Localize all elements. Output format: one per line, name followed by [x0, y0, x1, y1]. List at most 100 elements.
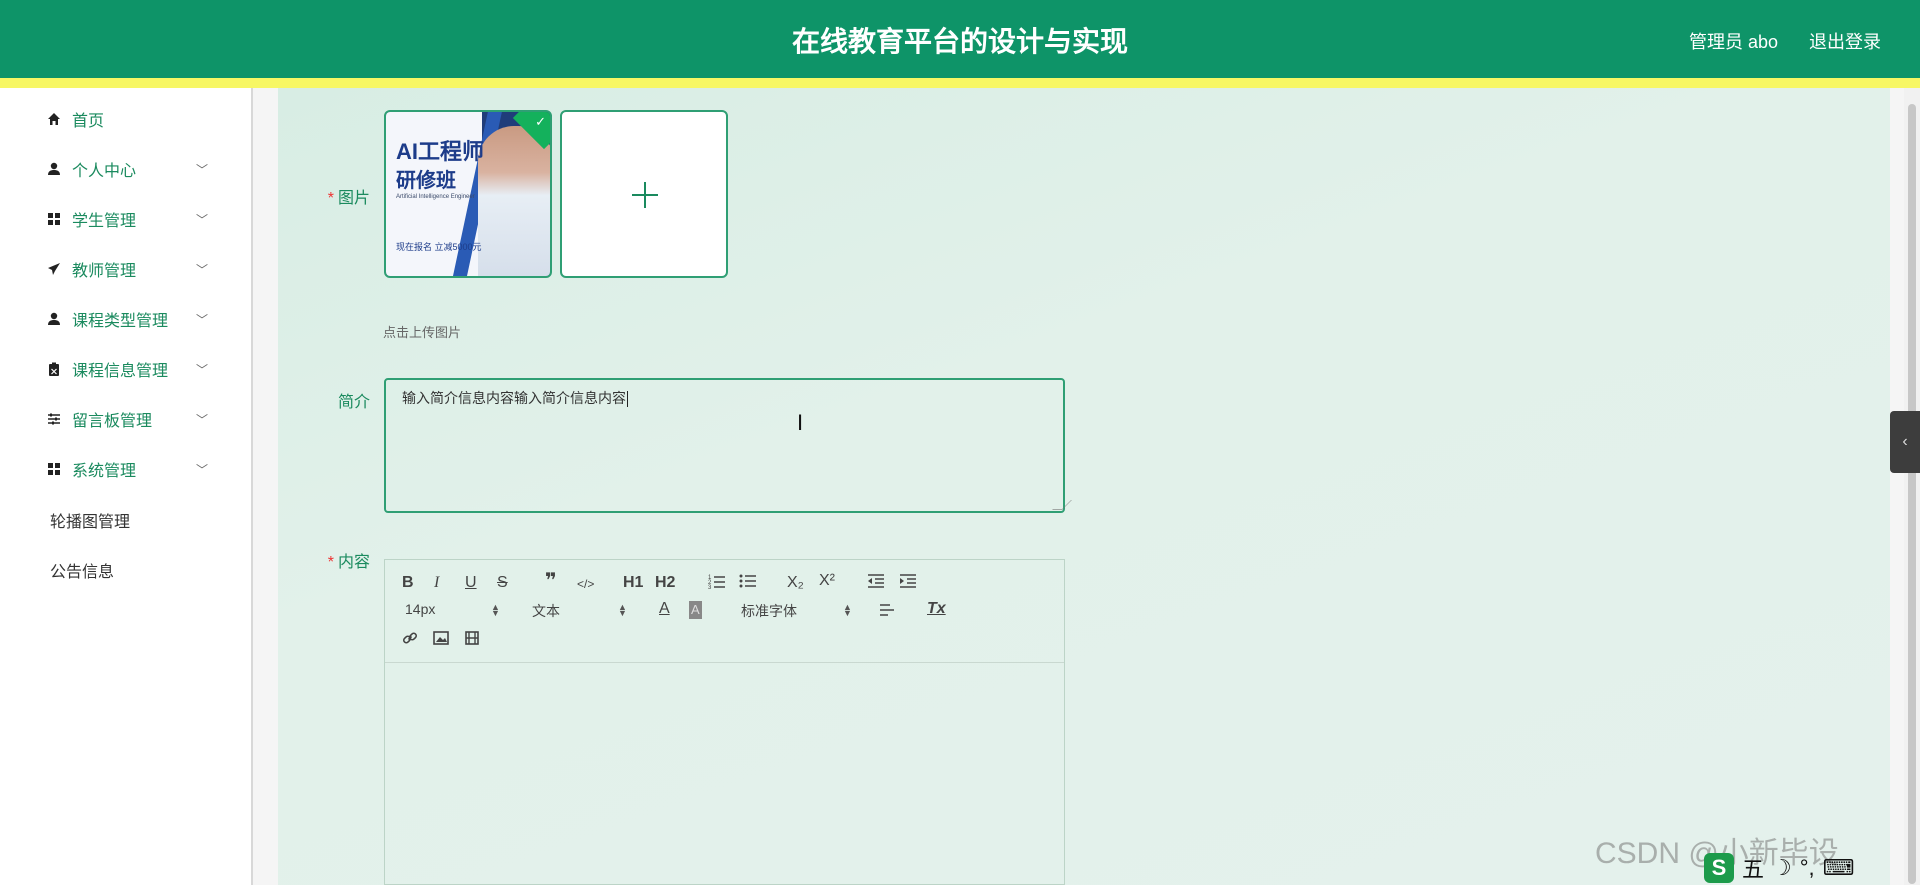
sogou-s-icon: S: [1704, 852, 1734, 883]
sidebar-item-label: 系统管理: [72, 463, 137, 480]
clipboard-icon: [46, 361, 62, 377]
sidebar-item-message-board[interactable]: 留言板管理 ﹀: [16, 394, 223, 444]
code-block-button[interactable]: </>: [577, 575, 594, 593]
bold-button[interactable]: B: [402, 574, 414, 592]
background-color-button[interactable]: A: [689, 601, 702, 619]
sidebar-item-course-info[interactable]: 课程信息管理 ﹀: [16, 344, 223, 394]
image-button[interactable]: [433, 631, 449, 650]
content-field-label: * 内容: [320, 548, 370, 572]
video-button[interactable]: [465, 631, 479, 650]
sidebar-item-label: 课程信息管理: [72, 363, 169, 380]
intro-textarea[interactable]: 输入简介信息内容输入简介信息内容: [384, 378, 1072, 513]
content-label-text: 内容: [337, 554, 370, 571]
user-icon: [46, 161, 62, 177]
indent-icon: [900, 574, 916, 588]
blockquote-button[interactable]: ❞: [545, 571, 557, 591]
clear-format-button[interactable]: Tx: [927, 600, 946, 618]
chevron-down-icon: ﹀: [196, 362, 209, 377]
font-family-select[interactable]: 标准字体 ▲ ▼: [741, 601, 852, 621]
sidebar-item-label: 留言板管理: [72, 413, 153, 430]
select-arrows-icon: ▲ ▼: [843, 602, 852, 618]
thumbnail-english: Artificial Intelligence Engineer: [396, 194, 475, 200]
intro-field-label: 简介: [337, 394, 370, 411]
bullet-list-button[interactable]: [739, 573, 757, 594]
thumbnail-title: AI工程师: [396, 139, 485, 164]
outdent-icon: [868, 574, 884, 588]
grid-icon: [46, 461, 62, 477]
superscript-button[interactable]: X²: [819, 572, 835, 590]
subscript-button[interactable]: X₂: [787, 574, 804, 592]
align-button[interactable]: [879, 603, 895, 622]
top-header: 在线教育平台的设计与实现 管理员 abo 退出登录: [0, 0, 1920, 78]
upload-image-button[interactable]: [560, 110, 728, 278]
editor-toolbar: B I U S ❞ </> H1 H2 123 X₂ X² 14px ▲ ▼ 文本…: [385, 560, 1064, 663]
text-caret: [627, 391, 628, 408]
sidebar-item-label: 教师管理: [72, 263, 137, 280]
required-mark: *: [327, 190, 334, 207]
app-title: 在线教育平台的设计与实现: [791, 26, 1128, 57]
scrollbar-thumb[interactable]: [1908, 104, 1916, 884]
font-family-value: 标准字体: [741, 603, 797, 619]
underline-button[interactable]: U: [465, 574, 477, 592]
video-icon: [465, 631, 479, 645]
strike-button[interactable]: S: [497, 574, 508, 592]
send-icon: [46, 261, 62, 277]
sidebar-item-label: 首页: [72, 113, 105, 130]
sidebar-item-profile[interactable]: 个人中心 ﹀: [16, 144, 223, 194]
ime-toolbar[interactable]: S 五 ☽ °, ⌨: [1700, 850, 1920, 885]
uploaded-image-thumbnail[interactable]: AI工程师 研修班 Artificial Intelligence Engine…: [384, 110, 552, 278]
collapse-panel-button[interactable]: ‹: [1890, 411, 1920, 473]
sidebar-item-home[interactable]: 首页: [16, 94, 223, 144]
block-type-select[interactable]: 文本 ▲ ▼: [532, 601, 627, 621]
image-field-label: * 图片: [320, 184, 370, 208]
sidebar-item-label: 学生管理: [72, 213, 137, 230]
image-label-text: 图片: [337, 190, 370, 207]
sidebar-item-students[interactable]: 学生管理 ﹀: [16, 194, 223, 244]
check-icon: ✓: [535, 114, 546, 129]
ime-punctuation-icon[interactable]: °,: [1800, 855, 1815, 881]
chevron-left-icon: ‹: [1902, 433, 1908, 450]
heading2-button[interactable]: H2: [655, 574, 675, 592]
sliders-icon: [46, 411, 62, 427]
heading1-button[interactable]: H1: [623, 574, 643, 592]
upload-hint: 点击上传图片: [383, 325, 462, 340]
align-left-icon: [880, 604, 894, 616]
font-size-select[interactable]: 14px ▲ ▼: [405, 601, 500, 618]
italic-button[interactable]: I: [434, 574, 439, 592]
thumbnail-photo: [478, 126, 550, 276]
header-accent-bar: [0, 78, 1920, 88]
logout-button[interactable]: 退出登录: [1809, 28, 1881, 54]
grid-icon: [46, 211, 62, 227]
ime-keyboard-icon[interactable]: ⌨: [1823, 855, 1855, 881]
indent-button[interactable]: [899, 574, 917, 593]
sidebar-item-label: 个人中心: [72, 163, 137, 180]
sidebar-subitem-notices[interactable]: 公告信息: [16, 546, 223, 594]
sidebar-item-course-types[interactable]: 课程类型管理 ﹀: [16, 294, 223, 344]
intro-textarea-value: 输入简介信息内容输入简介信息内容: [402, 390, 626, 406]
svg-text:3: 3: [708, 585, 712, 589]
chevron-down-icon: ﹀: [196, 262, 209, 277]
sidebar-item-teachers[interactable]: 教师管理 ﹀: [16, 244, 223, 294]
thumbnail-promo: 现在报名 立减5000元: [396, 242, 482, 252]
current-user: 管理员 abo: [1689, 32, 1779, 52]
bullet-list-icon: [739, 574, 756, 588]
thumbnail-subtitle: 研修班: [396, 170, 456, 192]
font-color-button[interactable]: A: [659, 600, 670, 618]
chevron-up-icon: ﹀: [196, 462, 209, 477]
sidebar-subitem-carousel[interactable]: 轮播图管理: [16, 496, 223, 544]
ime-moon-icon[interactable]: ☽: [1772, 855, 1792, 881]
sidebar-item-system[interactable]: 系统管理 ﹀: [16, 444, 223, 494]
home-icon: [46, 111, 62, 127]
ordered-list-button[interactable]: 123: [708, 573, 726, 594]
ime-chinese-mode-icon[interactable]: 五: [1742, 852, 1764, 884]
chevron-down-icon: ﹀: [196, 212, 209, 227]
link-button[interactable]: [402, 630, 418, 651]
user-icon: [46, 311, 62, 327]
sidebar-subitem-label: 轮播图管理: [50, 514, 131, 531]
outdent-button[interactable]: [867, 574, 885, 593]
required-mark: *: [327, 554, 334, 571]
sidebar-item-label: 课程类型管理: [72, 313, 169, 330]
rich-text-editor[interactable]: B I U S ❞ </> H1 H2 123 X₂ X² 14px ▲ ▼ 文本…: [384, 559, 1065, 885]
select-arrows-icon: ▲ ▼: [491, 602, 500, 618]
chevron-down-icon: ﹀: [196, 312, 209, 327]
